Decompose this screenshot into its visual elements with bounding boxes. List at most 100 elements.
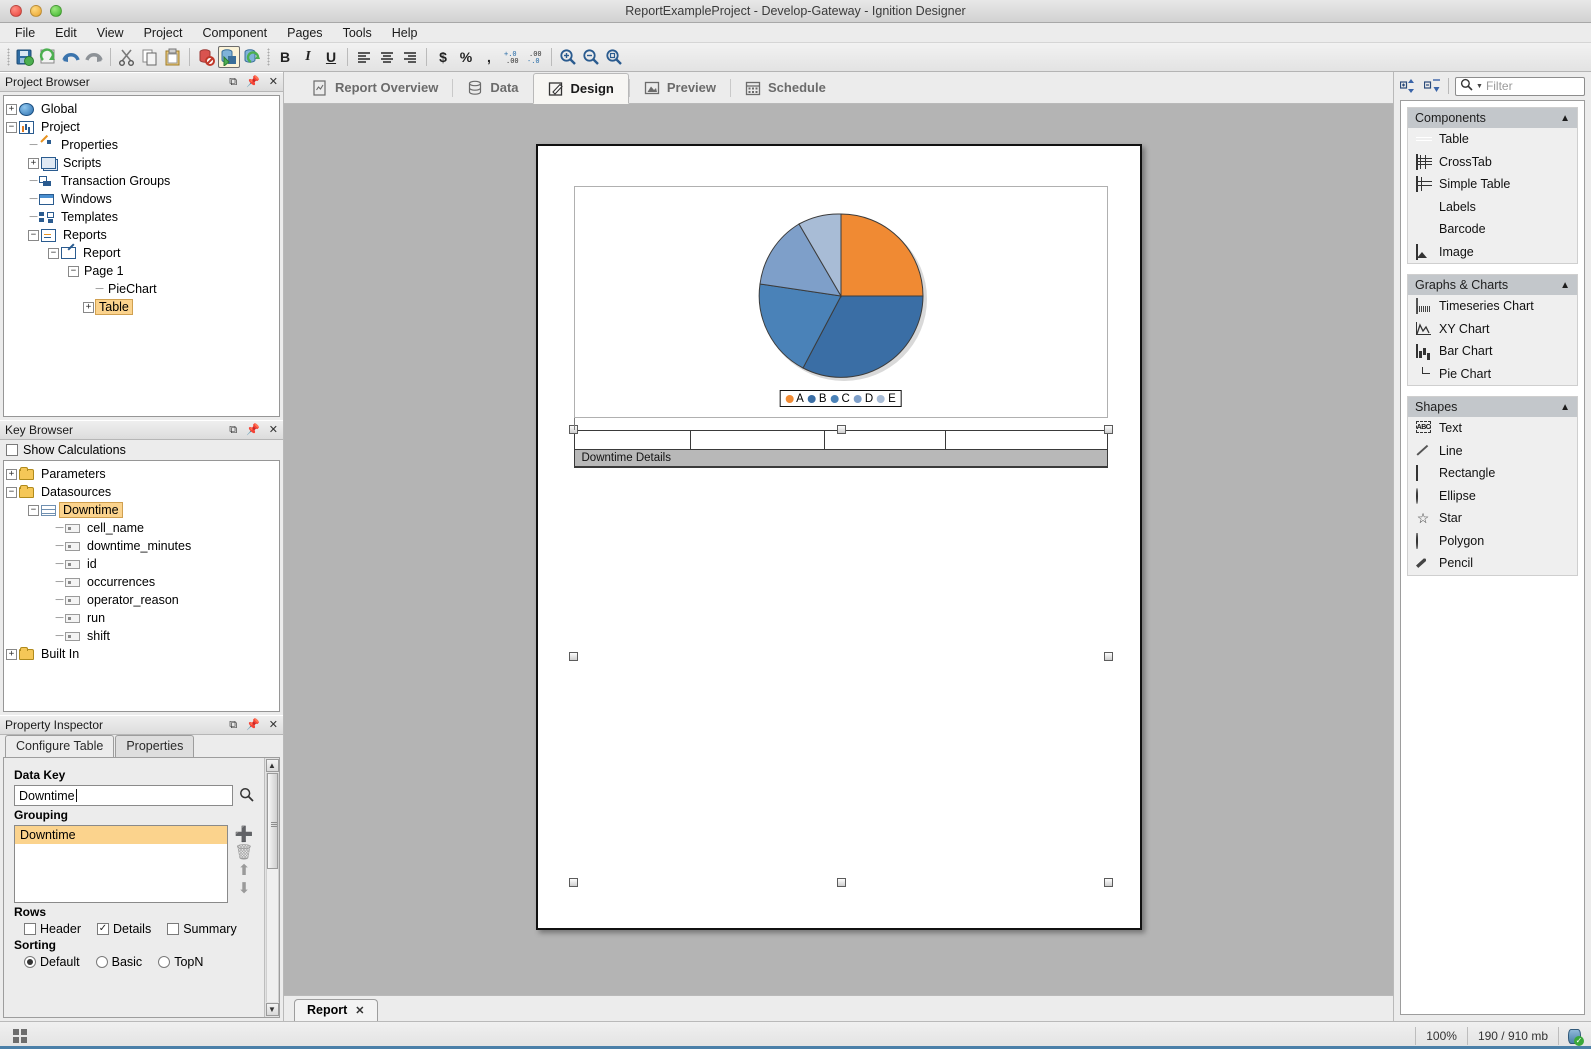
- palette-item-ellipse[interactable]: Ellipse: [1408, 485, 1577, 508]
- scroll-track[interactable]: [265, 773, 279, 1002]
- header-checkbox[interactable]: [24, 923, 36, 935]
- resize-handle-top-right[interactable]: [1103, 425, 1113, 434]
- table-band-header[interactable]: Downtime Details: [573, 450, 1108, 467]
- palette-section-header-components[interactable]: Components ▲: [1408, 108, 1577, 128]
- palette-item-image[interactable]: Image: [1408, 241, 1577, 264]
- palette-item-star[interactable]: ☆ Star: [1408, 507, 1577, 530]
- collapse-all-icon[interactable]: [1423, 78, 1442, 94]
- tree-node-properties[interactable]: ─ Properties: [6, 136, 277, 154]
- expander-icon[interactable]: +: [28, 157, 39, 169]
- menu-tools[interactable]: Tools: [334, 24, 381, 42]
- palette-item-table[interactable]: Table: [1408, 128, 1577, 151]
- menu-edit[interactable]: Edit: [46, 24, 86, 42]
- table-column-2[interactable]: [691, 431, 825, 449]
- palette-item-text[interactable]: ABC Text: [1408, 417, 1577, 440]
- close-icon[interactable]: ✕: [269, 719, 278, 731]
- palette-section-header-graphs[interactable]: Graphs & Charts ▲: [1408, 275, 1577, 295]
- tree-node-built-in[interactable]: + Built In: [6, 645, 277, 663]
- tree-node-downtime-minutes[interactable]: ─ downtime_minutes: [6, 537, 277, 555]
- radio-topn[interactable]: TopN: [158, 955, 203, 969]
- zoom-level[interactable]: 100%: [1415, 1026, 1467, 1045]
- table-column-1[interactable]: [575, 431, 691, 449]
- palette-item-pie-chart[interactable]: Pie Chart: [1408, 363, 1577, 386]
- cut-icon[interactable]: [116, 46, 138, 68]
- palette-item-rectangle[interactable]: Rectangle: [1408, 462, 1577, 485]
- table-column-4[interactable]: [946, 431, 1107, 449]
- tab-preview[interactable]: Preview: [630, 72, 730, 103]
- move-up-icon[interactable]: ⬆: [238, 863, 251, 878]
- expander-icon[interactable]: −: [68, 265, 79, 277]
- tab-design[interactable]: Design: [532, 73, 629, 104]
- paste-icon[interactable]: [162, 46, 184, 68]
- tab-properties[interactable]: Properties: [115, 735, 195, 757]
- basic-radio[interactable]: [95, 956, 108, 968]
- chevron-up-icon[interactable]: ▲: [1560, 402, 1570, 413]
- menu-help[interactable]: Help: [383, 24, 427, 42]
- percent-format-button[interactable]: %: [455, 46, 477, 68]
- tree-node-scripts[interactable]: + Scripts: [6, 154, 277, 172]
- table-detail-area[interactable]: [573, 467, 1108, 468]
- radio-basic[interactable]: Basic: [95, 955, 142, 969]
- filter-input[interactable]: ▼ Filter: [1455, 76, 1585, 96]
- checkbox-header[interactable]: Header: [24, 922, 81, 936]
- refresh-icon[interactable]: [37, 46, 59, 68]
- resize-handle-bottom-left[interactable]: [568, 878, 578, 887]
- add-decimal-icon[interactable]: +.0.00: [501, 46, 523, 68]
- palette-item-pencil[interactable]: Pencil: [1408, 552, 1577, 575]
- close-icon[interactable]: ✕: [269, 76, 278, 88]
- expander-icon[interactable]: +: [6, 103, 17, 115]
- report-page[interactable]: A B C D E Downtime Details: [535, 144, 1142, 930]
- tree-node-templates[interactable]: ─ Templates: [6, 208, 277, 226]
- tree-node-global[interactable]: + Global: [6, 100, 277, 118]
- align-right-icon[interactable]: [399, 46, 421, 68]
- show-calculations-checkbox[interactable]: [6, 444, 18, 456]
- resize-handle-middle-left[interactable]: [568, 652, 578, 661]
- tree-node-datasources[interactable]: − Datasources: [6, 483, 277, 501]
- float-icon[interactable]: ⧉: [229, 76, 237, 88]
- search-icon[interactable]: [239, 787, 254, 805]
- palette-item-xy-chart[interactable]: XY Chart: [1408, 318, 1577, 341]
- design-canvas[interactable]: A B C D E Downtime Details: [284, 104, 1393, 995]
- tree-node-id[interactable]: ─ id: [6, 555, 277, 573]
- zoom-fit-icon[interactable]: [603, 46, 625, 68]
- tree-node-page-1[interactable]: − Page 1: [6, 262, 277, 280]
- tab-data[interactable]: Data: [453, 72, 532, 103]
- palette-item-barcode[interactable]: Barcode: [1408, 218, 1577, 241]
- menu-component[interactable]: Component: [193, 24, 276, 42]
- palette-item-simple-table[interactable]: Simple Table: [1408, 173, 1577, 196]
- pin-icon[interactable]: 📌: [246, 424, 260, 436]
- piechart-component[interactable]: A B C D E: [573, 186, 1108, 418]
- db-insert-icon[interactable]: [218, 46, 240, 68]
- radio-default[interactable]: Default: [24, 955, 80, 969]
- tree-node-report[interactable]: − Report: [6, 244, 277, 262]
- tree-node-occurrences[interactable]: ─ occurrences: [6, 573, 277, 591]
- expander-icon[interactable]: +: [6, 468, 17, 480]
- resize-handle-bottom-center[interactable]: [836, 878, 846, 887]
- list-item[interactable]: Downtime: [15, 826, 227, 844]
- data-key-input[interactable]: Downtime: [14, 785, 233, 806]
- zoom-in-icon[interactable]: [557, 46, 579, 68]
- close-icon[interactable]: ✕: [355, 1004, 364, 1017]
- palette-item-polygon[interactable]: Polygon: [1408, 530, 1577, 553]
- scroll-thumb[interactable]: [266, 773, 278, 869]
- tree-node-shift[interactable]: ─ shift: [6, 627, 277, 645]
- default-radio[interactable]: [24, 956, 36, 968]
- menu-file[interactable]: File: [6, 24, 44, 42]
- tree-node-table[interactable]: + Table: [6, 298, 277, 316]
- resize-handle-bottom-right[interactable]: [1103, 878, 1113, 887]
- delete-icon[interactable]: 🗑: [234, 845, 253, 860]
- key-browser-tree[interactable]: + Parameters − Datasources − Downtime ─ …: [3, 460, 280, 712]
- undo-icon[interactable]: [60, 46, 82, 68]
- comma-format-button[interactable]: ,: [478, 46, 500, 68]
- tree-node-run[interactable]: ─ run: [6, 609, 277, 627]
- chevron-down-icon[interactable]: ▼: [1476, 83, 1483, 90]
- redo-icon[interactable]: [83, 46, 105, 68]
- bold-button[interactable]: B: [274, 46, 296, 68]
- tree-node-piechart[interactable]: ─ PieChart: [6, 280, 277, 298]
- tab-report-overview[interactable]: Report Overview: [298, 72, 452, 103]
- close-icon[interactable]: ✕: [269, 424, 278, 436]
- db-update-icon[interactable]: [241, 46, 263, 68]
- topn-radio[interactable]: [158, 956, 171, 968]
- italic-button[interactable]: I: [297, 46, 319, 68]
- menu-project[interactable]: Project: [135, 24, 192, 42]
